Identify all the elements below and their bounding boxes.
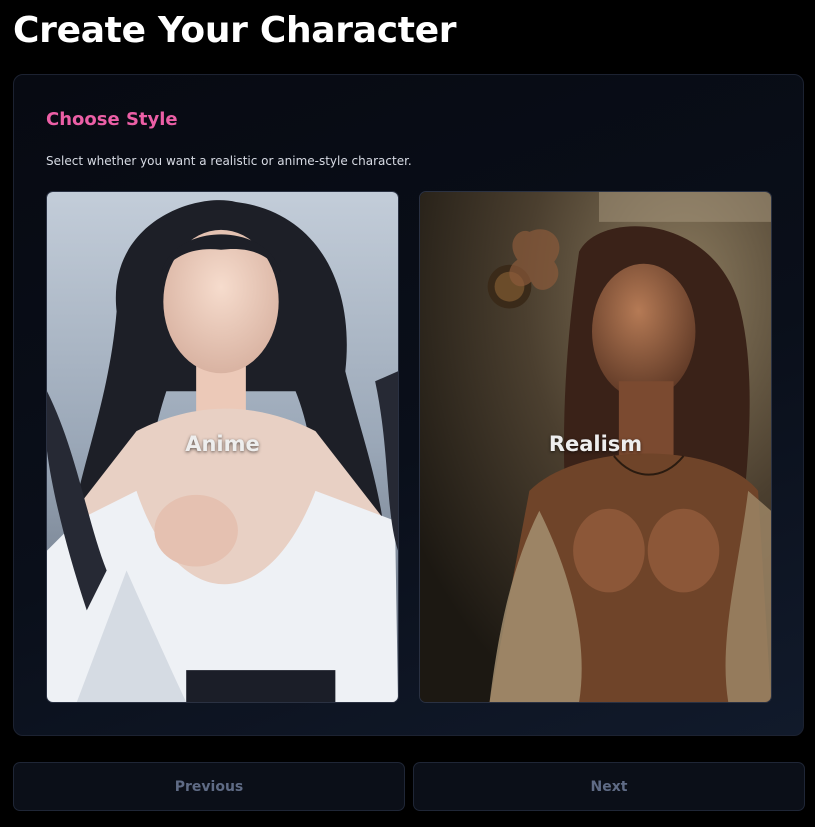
previous-button[interactable]: Previous	[13, 762, 405, 811]
page-title: Create Your Character	[13, 10, 457, 51]
realism-style-card[interactable]: Realism	[419, 191, 772, 703]
section-description: Select whether you want a realistic or a…	[46, 154, 412, 168]
anime-style-card[interactable]: Anime	[46, 191, 399, 703]
next-button[interactable]: Next	[413, 762, 805, 811]
section-title: Choose Style	[46, 109, 178, 130]
style-selection-panel: Choose Style Select whether you want a r…	[13, 74, 804, 736]
realism-option-label: Realism	[548, 432, 643, 456]
anime-option-label: Anime	[185, 432, 260, 456]
